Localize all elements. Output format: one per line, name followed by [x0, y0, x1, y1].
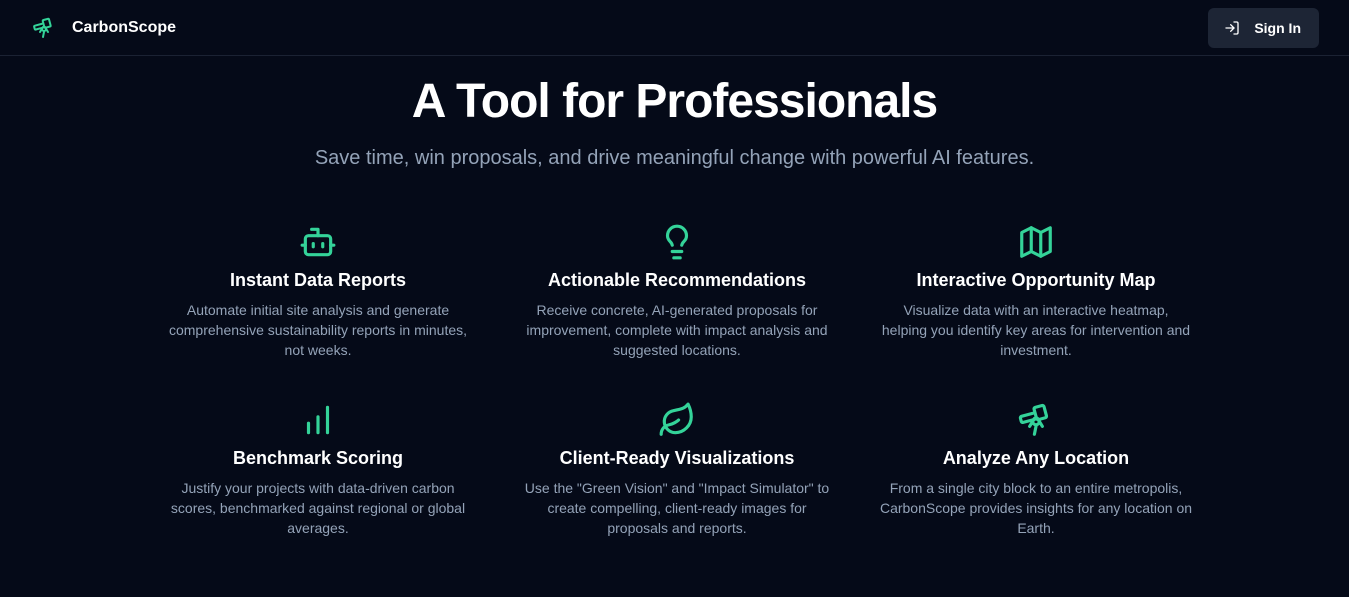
- feature-card-instant-data-reports: Instant Data Reports Automate initial si…: [161, 222, 475, 360]
- sign-in-icon: [1224, 20, 1240, 36]
- feature-description: Automate initial site analysis and gener…: [168, 302, 468, 358]
- page-title: A Tool for Professionals: [411, 75, 938, 128]
- bar-chart-icon: [298, 400, 338, 440]
- feature-card-client-ready-visualizations: Client-Ready Visualizations Use the "Gre…: [520, 400, 834, 538]
- feature-description: Justify your projects with data-driven c…: [170, 480, 466, 536]
- feature-title: Actionable Recommendations: [547, 270, 807, 290]
- telescope-icon: [32, 16, 56, 40]
- sign-in-label: Sign In: [1254, 19, 1301, 36]
- features-grid: Instant Data Reports Automate initial si…: [161, 222, 1193, 538]
- feature-card-interactive-opportunity-map: Interactive Opportunity Map Visualize da…: [879, 222, 1193, 360]
- feature-description: From a single city block to an entire me…: [879, 480, 1193, 536]
- feature-description: Use the "Green Vision" and "Impact Simul…: [524, 480, 830, 536]
- feature-description: Visualize data with an interactive heatm…: [881, 302, 1191, 358]
- bot-icon: [298, 222, 338, 262]
- top-navbar: CarbonScope Sign In: [0, 0, 1349, 56]
- feature-title: Interactive Opportunity Map: [916, 270, 1156, 290]
- feature-title: Analyze Any Location: [942, 448, 1130, 468]
- leaf-icon: [657, 400, 697, 440]
- lightbulb-icon: [657, 222, 697, 262]
- page-subtitle: Save time, win proposals, and drive mean…: [314, 147, 1035, 169]
- feature-title: Client-Ready Visualizations: [559, 448, 795, 468]
- sign-in-button[interactable]: Sign In: [1208, 7, 1319, 48]
- feature-card-actionable-recommendations: Actionable Recommendations Receive concr…: [520, 222, 834, 360]
- feature-title: Instant Data Reports: [229, 270, 407, 290]
- feature-description: Receive concrete, AI-generated proposals…: [526, 302, 828, 358]
- feature-title: Benchmark Scoring: [232, 448, 404, 468]
- brand-logo[interactable]: CarbonScope: [32, 16, 176, 40]
- brand-name: CarbonScope: [72, 18, 177, 36]
- feature-card-benchmark-scoring: Benchmark Scoring Justify your projects …: [161, 400, 475, 538]
- telescope-icon: [1016, 400, 1056, 440]
- feature-card-analyze-any-location: Analyze Any Location From a single city …: [879, 400, 1193, 538]
- map-icon: [1016, 222, 1056, 262]
